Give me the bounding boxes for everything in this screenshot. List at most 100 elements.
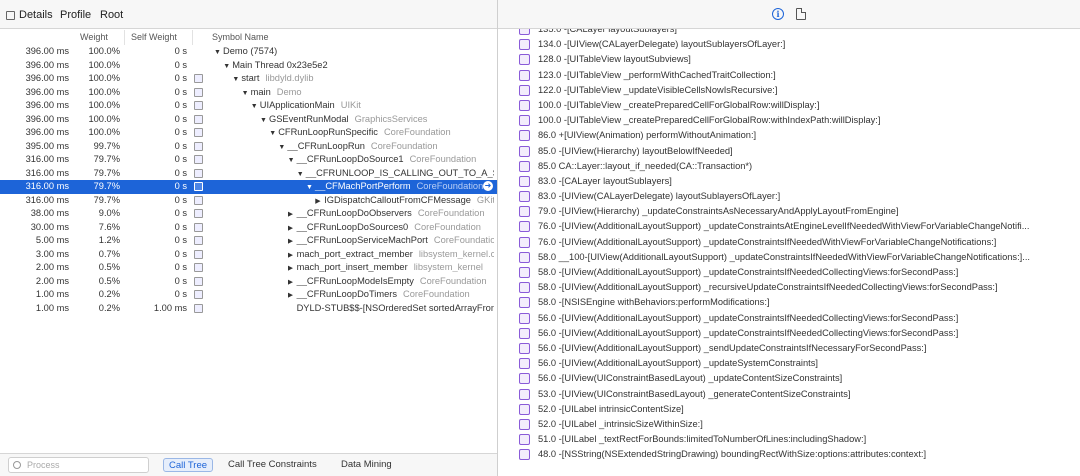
stack-frame[interactable]: 58.0 -[UIView(AdditionalLayoutSupport) _… xyxy=(498,280,1080,295)
stack-frame[interactable]: 56.0 -[UIView(AdditionalLayoutSupport) _… xyxy=(498,311,1080,326)
call-tree-row[interactable]: 396.00 ms 100.0% 0 s ▼ Main Thread 0x23e5e2 xyxy=(0,59,497,73)
stack-frame[interactable]: 52.0 -[UILabel intrinsicContentSize] xyxy=(498,402,1080,417)
focus-arrow-icon[interactable]: ➜ xyxy=(483,181,493,191)
stack-frame[interactable]: 79.0 -[UIView(Hierarchy) _updateConstrai… xyxy=(498,204,1080,219)
call-tree-row[interactable]: 3.00 ms 0.7% 0 s ▶ mach_port_extract_member l… xyxy=(0,248,497,262)
library-icon xyxy=(194,290,203,299)
disclosure-triangle-icon[interactable]: ▶ xyxy=(315,197,324,205)
frame-label: 56.0 -[UIView(AdditionalLayoutSupport) _… xyxy=(538,312,959,323)
frame-icon xyxy=(519,388,530,400)
frame-icon xyxy=(519,297,530,309)
call-tree-row[interactable]: 316.00 ms 79.7% 0 s ▼ __CFRunLoopDoSource1 Co… xyxy=(0,153,497,167)
tab-call-tree[interactable]: Call Tree xyxy=(163,458,214,472)
call-tree-row[interactable]: 396.00 ms 100.0% 0 s ▼ start libdyld.dylib xyxy=(0,72,497,86)
call-tree-row[interactable]: 316.00 ms 79.7% 0 s ▼ __CFMachPortPerform Cor… xyxy=(0,180,497,194)
disclosure-triangle-icon[interactable]: ▼ xyxy=(260,117,269,124)
call-tree-row[interactable]: 2.00 ms 0.5% 0 s ▶ mach_port_insert_member li… xyxy=(0,261,497,275)
search-input[interactable]: Process xyxy=(8,457,149,473)
call-tree-row[interactable]: 2.00 ms 0.5% 0 s ▶ __CFRunLoopModeIsEmpty Cor… xyxy=(0,275,497,289)
symbol-label: GSEventRunModal xyxy=(269,113,349,124)
weight-ms: 38.00 ms xyxy=(30,208,69,218)
tab-details[interactable]: Details xyxy=(6,9,53,21)
disclosure-triangle-icon[interactable]: ▼ xyxy=(251,103,260,110)
frame-label: 76.0 -[UIView(AdditionalLayoutSupport) _… xyxy=(538,221,1030,232)
disclosure-triangle-icon[interactable]: ▶ xyxy=(288,278,297,286)
disclosure-triangle-icon[interactable]: ▼ xyxy=(288,157,297,164)
stack-frame[interactable]: 122.0 -[UITableView _updateVisibleCellsN… xyxy=(498,83,1080,98)
stack-frame[interactable]: 56.0 -[UIView(UIConstraintBasedLayout) _… xyxy=(498,371,1080,386)
column-weight[interactable]: Weight xyxy=(80,32,108,42)
stack-frame[interactable]: 58.0 __100-[UIView(AdditionalLayoutSuppo… xyxy=(498,250,1080,265)
stack-frame[interactable]: 123.0 -[UITableView _performWithCachedTr… xyxy=(498,68,1080,83)
stack-frame[interactable]: 86.0 +[UIView(Animation) performWithoutA… xyxy=(498,128,1080,143)
disclosure-triangle-icon[interactable]: ▼ xyxy=(269,130,278,137)
disclosure-triangle-icon[interactable]: ▶ xyxy=(288,210,297,218)
stack-frame[interactable]: 76.0 -[UIView(AdditionalLayoutSupport) _… xyxy=(498,219,1080,234)
stack-frame[interactable]: 100.0 -[UITableView _createPreparedCellF… xyxy=(498,113,1080,128)
disclosure-triangle-icon[interactable]: ▼ xyxy=(223,63,232,70)
library-icon xyxy=(194,263,203,272)
stack-frame[interactable]: 58.0 -[UIView(AdditionalLayoutSupport) _… xyxy=(498,265,1080,280)
stack-frame[interactable]: 56.0 -[UIView(AdditionalLayoutSupport) _… xyxy=(498,326,1080,341)
symbol-name: ▶ __CFRunLoopModeIsEmpty CoreFoundation xyxy=(288,276,494,286)
stack-frame[interactable]: 128.0 -[UITableView layoutSubviews] xyxy=(498,52,1080,67)
info-icon[interactable]: i xyxy=(772,8,784,20)
weight-ms: 3.00 ms xyxy=(35,248,69,259)
call-tree-row[interactable]: 38.00 ms 9.0% 0 s ▶ __CFRunLoopDoObservers Co… xyxy=(0,207,497,221)
stack-frame[interactable]: 56.0 -[UIView(AdditionalLayoutSupport) _… xyxy=(498,356,1080,371)
self-weight: 0 s xyxy=(174,262,187,272)
document-icon[interactable] xyxy=(796,8,806,20)
library-icon xyxy=(194,114,203,124)
stack-frame[interactable]: 53.0 -[UIView(UIConstraintBasedLayout) _… xyxy=(498,387,1080,402)
call-tree-row[interactable]: 395.00 ms 99.7% 0 s ▼ __CFRunLoopRun CoreFoun… xyxy=(0,140,497,154)
call-tree-row[interactable]: 316.00 ms 79.7% 0 s ▶ IGDispatchCalloutFromC… xyxy=(0,194,497,208)
weight-percent: 9.0% xyxy=(98,208,120,218)
frame-label: 134.0 -[UIView(CALayerDelegate) layoutSu… xyxy=(538,39,786,50)
call-tree-row[interactable]: 5.00 ms 1.2% 0 s ▶ __CFRunLoopServiceMachPor… xyxy=(0,234,497,248)
stack-frame[interactable]: 76.0 -[UIView(AdditionalLayoutSupport) _… xyxy=(498,235,1080,250)
tab-data-mining[interactable]: Data Mining xyxy=(336,458,397,472)
symbol-label: DYLD-STUB$$-[NSOrderedSet sortedArrayFro… xyxy=(296,302,494,313)
column-self-weight[interactable]: Self Weight xyxy=(131,32,177,42)
call-tree-row[interactable]: 30.00 ms 7.6% 0 s ▶ __CFRunLoopDoSources0 Cor… xyxy=(0,221,497,235)
stack-frame[interactable]: 100.0 -[UITableView _createPreparedCellF… xyxy=(498,98,1080,113)
call-tree-row[interactable]: 396.00 ms 100.0% 0 s ▼ UIApplicationMain UIKi… xyxy=(0,99,497,113)
library-icon xyxy=(194,128,203,137)
stack-frame[interactable]: 85.0 CA::Layer::layout_if_needed(CA::Tra… xyxy=(498,159,1080,174)
call-tree-row[interactable]: 1.00 ms 0.2% 1.00 ms DYLD-STUB$$-[NSOrdered… xyxy=(0,302,497,316)
disclosure-triangle-icon[interactable]: ▼ xyxy=(297,171,306,178)
disclosure-triangle-icon[interactable]: ▶ xyxy=(288,237,297,245)
disclosure-triangle-icon[interactable]: ▶ xyxy=(288,224,297,232)
stack-frame[interactable]: 134.0 -[UIView(CALayerDelegate) layoutSu… xyxy=(498,37,1080,52)
disclosure-triangle-icon[interactable]: ▼ xyxy=(242,90,251,97)
call-tree-row[interactable]: 396.00 ms 100.0% 0 s ▼ main Demo xyxy=(0,86,497,100)
column-symbol-name[interactable]: Symbol Name xyxy=(212,32,269,42)
call-tree-row[interactable]: 396.00 ms 100.0% 0 s ▼ Demo (7574) xyxy=(0,45,497,59)
stack-frame[interactable]: 51.0 -[UILabel _textRectForBounds:limite… xyxy=(498,432,1080,447)
stack-frame[interactable]: 83.0 -[CALayer layoutSublayers] xyxy=(498,174,1080,189)
disclosure-triangle-icon[interactable]: ▶ xyxy=(288,251,297,259)
library-label: CoreFoundation xyxy=(433,235,494,245)
call-tree-row[interactable]: 396.00 ms 100.0% 0 s ▼ CFRunLoopRunSpecific C… xyxy=(0,126,497,140)
stack-frame[interactable]: 56.0 -[UIView(AdditionalLayoutSupport) _… xyxy=(498,341,1080,356)
call-tree-row[interactable]: 316.00 ms 79.7% 0 s ▼ __CFRUNLOOP_IS_CALLING… xyxy=(0,167,497,181)
stack-frame[interactable]: 83.0 -[UIView(CALayerDelegate) layoutSub… xyxy=(498,189,1080,204)
disclosure-triangle-icon[interactable]: ▼ xyxy=(306,184,315,191)
disclosure-triangle-icon[interactable]: ▶ xyxy=(288,264,297,272)
disclosure-triangle-icon[interactable]: ▶ xyxy=(288,291,297,299)
stack-frame[interactable]: 58.0 -[NSISEngine withBehaviors:performM… xyxy=(498,295,1080,310)
tab-profile[interactable]: Profile xyxy=(60,9,91,21)
symbol-name: ▼ __CFMachPortPerform CoreFoundation xyxy=(306,181,494,191)
disclosure-triangle-icon[interactable]: ▼ xyxy=(214,49,223,56)
stack-frame[interactable]: 48.0 -[NSString(NSExtendedStringDrawing)… xyxy=(498,447,1080,462)
self-weight: 0 s xyxy=(174,194,187,205)
tab-root[interactable]: Root xyxy=(100,9,123,21)
library-icon xyxy=(194,182,203,191)
stack-frame[interactable]: 85.0 -[UIView(Hierarchy) layoutBelowIfNe… xyxy=(498,144,1080,159)
library-label: GKit xyxy=(476,194,494,205)
call-tree-row[interactable]: 1.00 ms 0.2% 0 s ▶ __CFRunLoopDoTimers CoreFo… xyxy=(0,288,497,302)
tab-call-tree-constraints[interactable]: Call Tree Constraints xyxy=(223,458,322,472)
stack-frame[interactable]: 52.0 -[UILabel _intrinsicSizeWithinSize:… xyxy=(498,417,1080,432)
call-tree-row[interactable]: 396.00 ms 100.0% 0 s ▼ GSEventRunModal Graphi… xyxy=(0,113,497,127)
self-weight: 0 s xyxy=(174,113,187,124)
